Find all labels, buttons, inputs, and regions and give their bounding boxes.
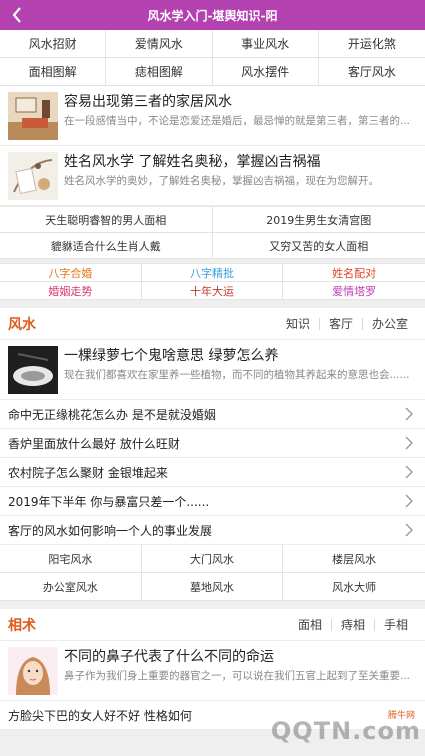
back-button[interactable] — [6, 0, 28, 30]
category-grid: 风水招财 爱情风水 事业风水 开运化煞 面相图解 痣相图解 风水摆件 客厅风水 — [0, 30, 425, 86]
fengshui-list: 命中无正缘桃花怎么办 是不是就没婚姻 香炉里面放什么最好 放什么旺财 农村院子怎… — [0, 400, 425, 545]
article-desc: 鼻子作为我们身上重要的器官之一，可以说在我们五官上起到了至关重要... — [64, 670, 411, 682]
category-item[interactable]: 爱情风水 — [106, 30, 213, 58]
article-title: 容易出现第三者的家居风水 — [64, 94, 232, 110]
link-item[interactable]: 天生聪明睿智的男人面相 — [0, 207, 213, 233]
fengshui-section-header: 风水 知识 客厅 办公室 — [0, 308, 425, 340]
list-item-text: 香炉里面放什么最好 放什么旺财 — [8, 436, 180, 451]
section-link[interactable]: 痔相 — [330, 618, 374, 631]
article-title: 不同的鼻子代表了什么不同的命运 — [64, 649, 274, 665]
top-bar: 风水学入门-堪舆知识-阳 — [0, 0, 425, 30]
fengshui-grid-item[interactable]: 墓地风水 — [141, 573, 284, 601]
category-item[interactable]: 风水招财 — [0, 30, 107, 58]
colored-link[interactable]: 婚姻走势 — [0, 282, 142, 300]
list-item-text: 命中无正缘桃花怎么办 是不是就没婚姻 — [8, 407, 216, 422]
back-arrow-icon — [12, 7, 21, 23]
article-desc: 姓名风水学的奥妙，了解姓名奥秘，掌握凶吉祸福，现在为您解开。 — [64, 175, 379, 187]
category-item[interactable]: 痣相图解 — [106, 58, 213, 86]
category-item[interactable]: 面相图解 — [0, 58, 107, 86]
colored-link[interactable]: 爱情塔罗 — [283, 282, 425, 300]
chevron-right-icon — [405, 435, 417, 451]
xiangshu-featured: 不同的鼻子代表了什么不同的命运 鼻子作为我们身上重要的器官之一，可以说在我们五官… — [0, 641, 425, 701]
colored-links: 八字合婚 八字精批 姓名配对 婚姻走势 十年大运 爱情塔罗 — [0, 263, 425, 300]
colored-link[interactable]: 十年大运 — [141, 282, 284, 300]
article-thumbnail — [8, 152, 58, 200]
article-desc: 现在我们都喜欢在家里养一些植物，而不同的植物其养起来的意思也会...... — [64, 369, 410, 381]
colored-link[interactable]: 姓名配对 — [283, 264, 425, 282]
section-title: 风水 — [8, 316, 36, 333]
xiangshu-section-header: 相术 面相 痔相 手相 — [0, 609, 425, 641]
page-title: 风水学入门-堪舆知识-阳 — [147, 8, 278, 23]
xiangshu-list: 方脸尖下巴的女人好不好 性格如何 — [0, 701, 425, 730]
fengshui-featured: 一棵绿萝七个鬼啥意思 绿萝怎么养 现在我们都喜欢在家里养一些植物，而不同的植物其… — [0, 340, 425, 400]
article-desc: 在一段感情当中，不论是恋爱还是婚后，最忌惮的就是第三者，第三者的... — [64, 115, 411, 127]
link-item[interactable]: 貔貅适合什么生肖人戴 — [0, 233, 213, 259]
fengshui-grid-item[interactable]: 风水大师 — [283, 573, 425, 601]
section-link[interactable]: 面相 — [289, 619, 331, 631]
section-link[interactable]: 客厅 — [318, 317, 362, 330]
article-item[interactable]: 姓名风水学 了解姓名奥秘，掌握凶吉祸福 姓名风水学的奥妙，了解姓名奥秘，掌握凶吉… — [0, 146, 425, 206]
article-title: 一棵绿萝七个鬼啥意思 绿萝怎么养 — [64, 348, 279, 364]
colored-link[interactable]: 八字合婚 — [0, 264, 142, 282]
list-item-text: 方脸尖下巴的女人好不好 性格如何 — [8, 708, 192, 723]
section-link[interactable]: 手相 — [373, 618, 417, 631]
link-item[interactable]: 又穷又苦的女人面相 — [212, 233, 425, 259]
article-thumbnail — [8, 92, 58, 140]
section-link[interactable]: 办公室 — [361, 317, 417, 330]
category-item[interactable]: 风水摆件 — [212, 58, 319, 86]
list-item[interactable]: 2019年下半年 你与暴富只差一个...... — [0, 487, 425, 516]
article-item[interactable]: 一棵绿萝七个鬼啥意思 绿萝怎么养 现在我们都喜欢在家里养一些植物，而不同的植物其… — [0, 340, 425, 400]
fengshui-grid-item[interactable]: 阳宅风水 — [0, 545, 142, 573]
chevron-right-icon — [405, 464, 417, 480]
list-item[interactable]: 农村院子怎么聚财 金银堆起来 — [0, 458, 425, 487]
section-title: 相术 — [8, 617, 36, 634]
colored-link[interactable]: 八字精批 — [141, 264, 284, 282]
article-title: 姓名风水学 了解姓名奥秘，掌握凶吉祸福 — [64, 154, 321, 170]
category-item[interactable]: 客厅风水 — [318, 58, 425, 86]
link-item[interactable]: 2019生男生女清宫图 — [212, 207, 425, 233]
chevron-right-icon — [405, 522, 417, 538]
chevron-right-icon — [405, 493, 417, 509]
list-item[interactable]: 方脸尖下巴的女人好不好 性格如何 — [0, 701, 425, 730]
two-column-links: 天生聪明睿智的男人面相 2019生男生女清宫图 貔貅适合什么生肖人戴 又穷又苦的… — [0, 206, 425, 259]
article-item[interactable]: 不同的鼻子代表了什么不同的命运 鼻子作为我们身上重要的器官之一，可以说在我们五官… — [0, 641, 425, 701]
list-item-text: 2019年下半年 你与暴富只差一个...... — [8, 494, 210, 509]
list-item[interactable]: 客厅的风水如何影响一个人的事业发展 — [0, 516, 425, 545]
fengshui-grid-item[interactable]: 大门风水 — [141, 545, 284, 573]
section-link[interactable]: 知识 — [277, 318, 319, 330]
list-item-text: 客厅的风水如何影响一个人的事业发展 — [8, 523, 213, 538]
article-item[interactable]: 容易出现第三者的家居风水 在一段感情当中，不论是恋爱还是婚后，最忌惮的就是第三者… — [0, 86, 425, 146]
category-item[interactable]: 事业风水 — [212, 30, 319, 58]
chevron-right-icon — [405, 406, 417, 422]
article-thumbnail — [8, 346, 58, 394]
fengshui-grid-item[interactable]: 办公室风水 — [0, 573, 142, 601]
list-item[interactable]: 香炉里面放什么最好 放什么旺财 — [0, 429, 425, 458]
list-item[interactable]: 命中无正缘桃花怎么办 是不是就没婚姻 — [0, 400, 425, 429]
fengshui-grid-item[interactable]: 楼层风水 — [283, 545, 425, 573]
list-item-text: 农村院子怎么聚财 金银堆起来 — [8, 465, 168, 480]
category-item[interactable]: 开运化煞 — [318, 30, 425, 58]
fengshui-grid: 阳宅风水 大门风水 楼层风水 办公室风水 墓地风水 风水大师 — [0, 545, 425, 601]
featured-articles: 容易出现第三者的家居风水 在一段感情当中，不论是恋爱还是婚后，最忌惮的就是第三者… — [0, 86, 425, 206]
article-thumbnail — [8, 647, 58, 695]
